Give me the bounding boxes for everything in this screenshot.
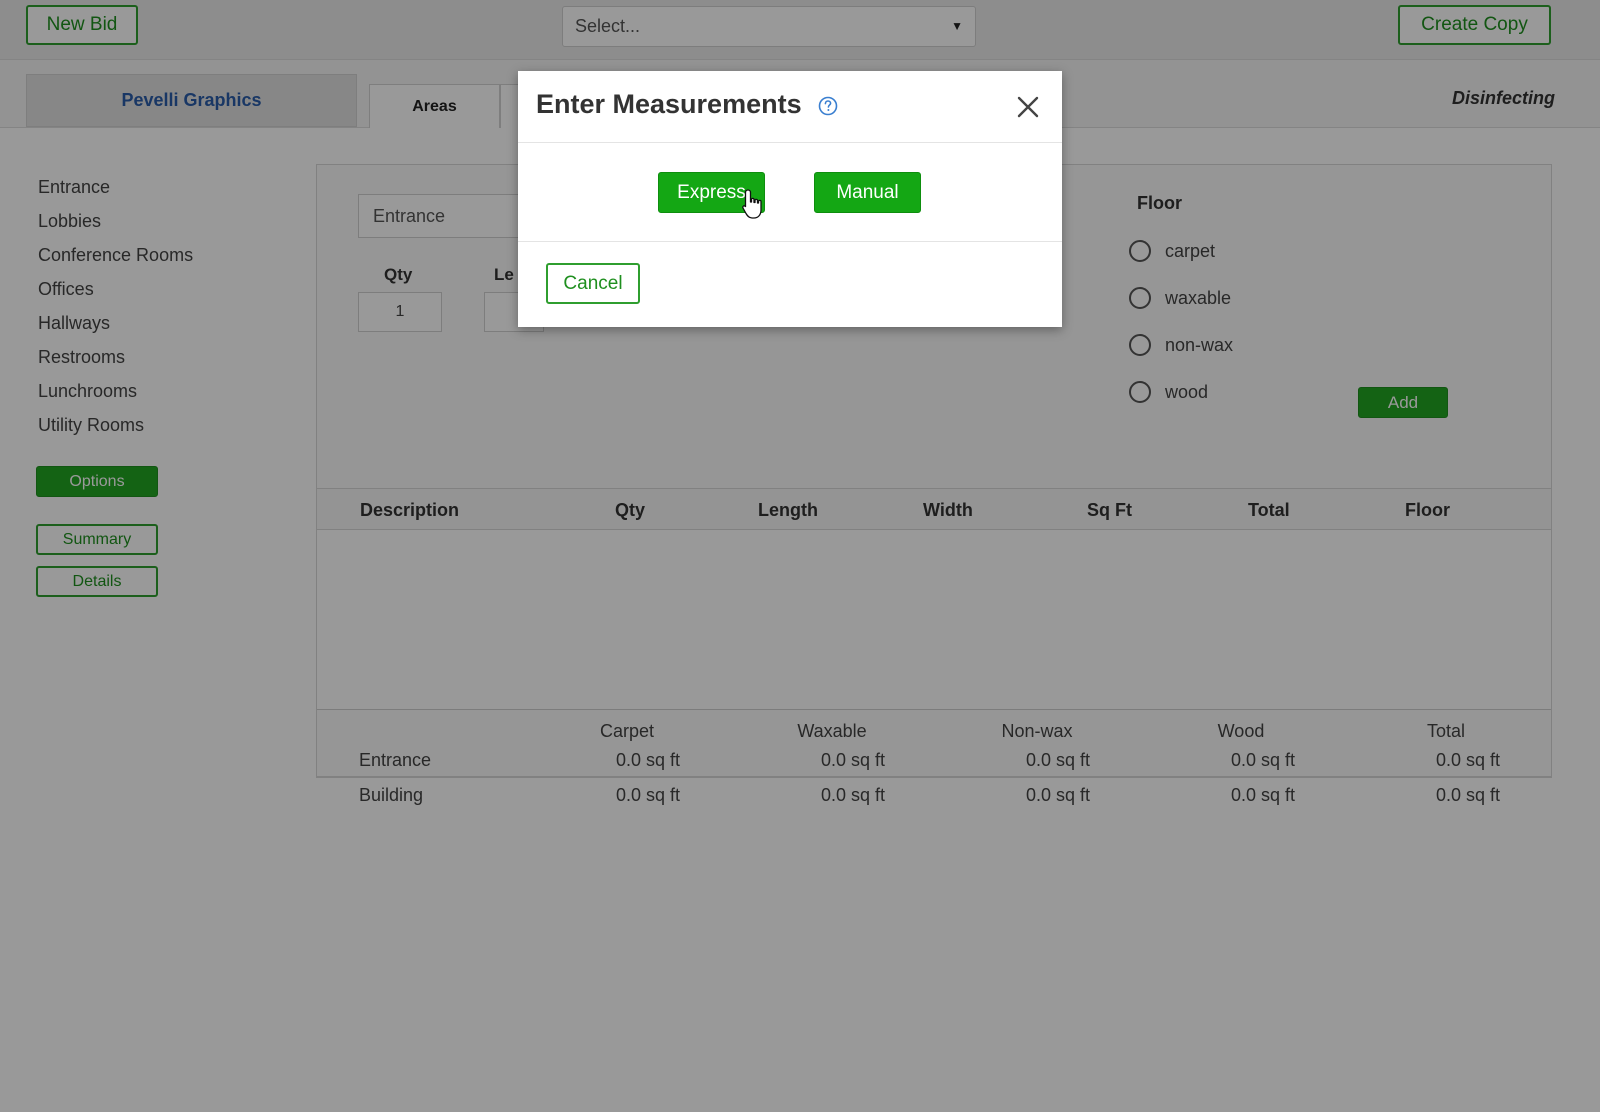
close-icon[interactable] <box>1014 93 1042 121</box>
enter-measurements-dialog: Enter Measurements Express Manual Cancel <box>518 71 1062 327</box>
cancel-button[interactable]: Cancel <box>546 263 640 304</box>
dialog-title: Enter Measurements <box>536 89 802 119</box>
manual-button[interactable]: Manual <box>814 172 921 213</box>
help-icon[interactable] <box>818 96 838 116</box>
app-root: New Bid Select... ▼ Create Copy Pevelli … <box>0 0 1600 1112</box>
dialog-header: Enter Measurements <box>518 71 1062 143</box>
hand-pointer-icon <box>742 189 762 219</box>
dialog-divider <box>518 241 1062 242</box>
